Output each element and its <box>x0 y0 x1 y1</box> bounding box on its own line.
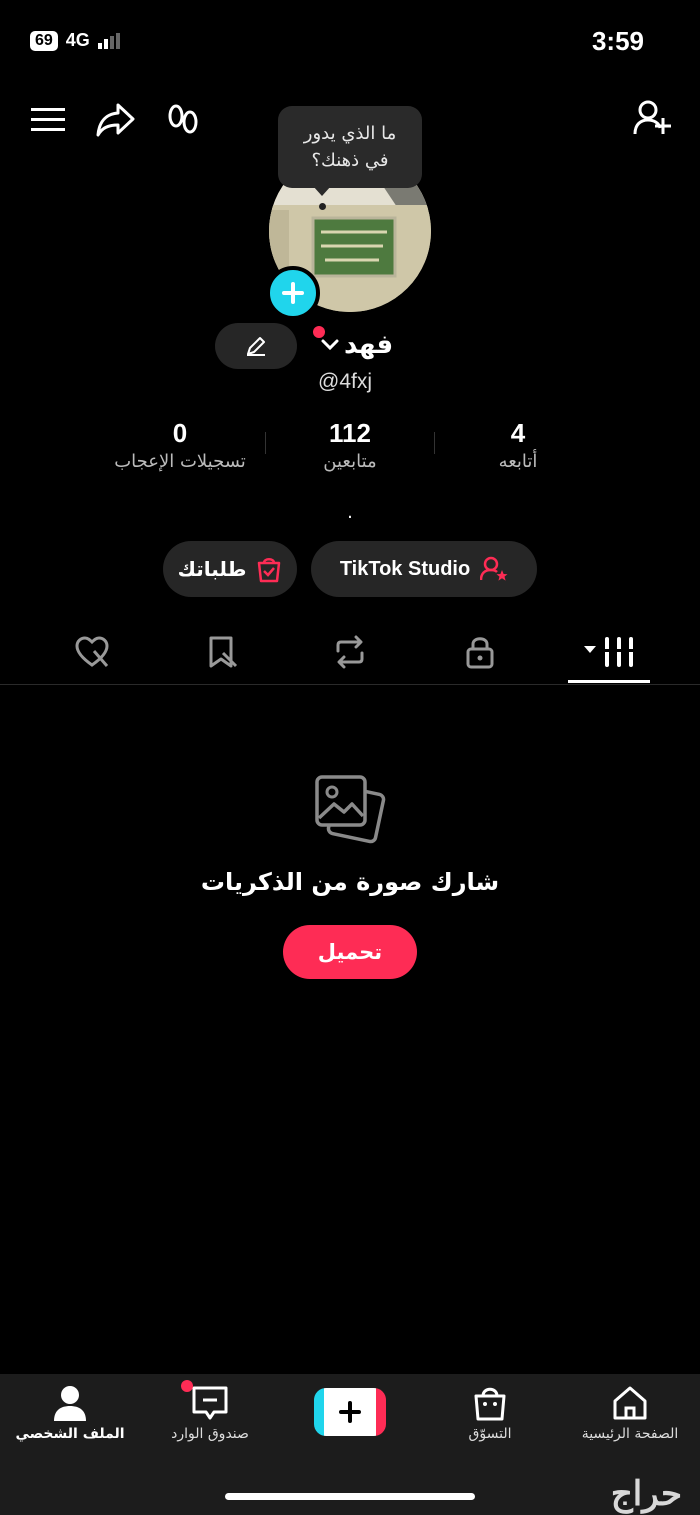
stat-following-label: أتابعه <box>498 451 538 472</box>
username: @4fxj <box>318 370 372 393</box>
studio-label: TikTok Studio <box>339 557 471 580</box>
bookmark-hidden-icon <box>209 636 238 668</box>
nav-inbox[interactable]: صندوق الوارد <box>140 1384 280 1442</box>
tab-liked[interactable] <box>62 630 122 674</box>
home-indicator <box>225 1493 475 1500</box>
nav-home-label: الصفحة الرئيسية <box>581 1426 679 1442</box>
tab-private[interactable] <box>450 630 510 674</box>
battery-indicator: 69 <box>30 30 58 51</box>
network-type: 4G <box>65 30 90 50</box>
upload-button[interactable]: تحميل <box>283 925 417 979</box>
note-line-2: في ذهنك؟ <box>311 150 389 171</box>
active-tab-indicator <box>568 680 650 683</box>
repost-icon <box>336 635 364 669</box>
stat-followers[interactable]: 112 متابعين <box>290 418 410 472</box>
account-switcher[interactable]: فهد <box>320 330 393 360</box>
bio: . <box>347 502 353 523</box>
note-line-1: ما الذي يدور <box>303 123 397 144</box>
nav-shop[interactable]: التسوّق <box>420 1384 560 1442</box>
stat-followers-value: 112 <box>329 418 371 448</box>
lock-icon <box>466 637 494 669</box>
tiktok-studio-button[interactable]: TikTok Studio <box>311 541 537 597</box>
stat-divider <box>434 432 435 454</box>
share-arrow-icon[interactable] <box>92 98 138 142</box>
status-time: 3:59 <box>591 26 644 56</box>
status-left: 69 4G <box>30 30 120 51</box>
stat-likes-value: 0 <box>172 418 188 448</box>
note-dot <box>319 203 326 210</box>
stat-likes-label: تسجيلات الإعجاب <box>114 451 246 472</box>
footprints-icon[interactable] <box>160 98 206 142</box>
shopping-bag-icon <box>474 1387 506 1421</box>
nav-shop-label: التسوّق <box>468 1426 512 1442</box>
note-bubble-tail <box>313 186 331 196</box>
empty-state-title: شارك صورة من الذكريات <box>200 868 500 896</box>
tab-favorites[interactable] <box>192 630 252 674</box>
orders-button[interactable]: طلباتك <box>163 541 297 597</box>
signal-icon <box>97 32 120 49</box>
tabs-divider <box>0 684 700 685</box>
heart-hidden-icon <box>75 636 109 667</box>
nav-profile-label: الملف الشخصي <box>15 1426 125 1442</box>
tab-reposts[interactable] <box>320 630 380 674</box>
chevron-down-icon <box>321 339 339 351</box>
nav-home[interactable]: الصفحة الرئيسية <box>560 1384 700 1442</box>
stat-following-value: 4 <box>510 418 526 448</box>
shopping-bag-icon <box>258 558 281 583</box>
note-bubble[interactable]: ما الذي يدور في ذهنك؟ <box>278 106 422 188</box>
inbox-notification-dot <box>181 1380 193 1392</box>
user-star-icon <box>480 556 508 581</box>
stat-following[interactable]: 4 أتابعه <box>470 418 566 472</box>
stat-followers-label: متابعين <box>323 451 377 472</box>
watermark-logo: حراج <box>610 1474 682 1514</box>
create-button[interactable] <box>314 1388 386 1436</box>
home-icon <box>613 1386 647 1420</box>
videos-grid-icon <box>584 637 635 667</box>
pencil-icon <box>247 337 265 356</box>
create-button-inner <box>324 1390 376 1434</box>
display-name: فهد <box>344 330 394 360</box>
photos-icon <box>312 772 388 844</box>
stat-likes[interactable]: 0 تسجيلات الإعجاب <box>90 418 270 472</box>
edit-profile-button[interactable] <box>215 323 297 369</box>
add-story-button[interactable] <box>266 266 320 320</box>
tab-videos[interactable] <box>578 630 638 674</box>
inbox-icon <box>192 1386 228 1420</box>
profile-icon <box>54 1386 86 1421</box>
nav-inbox-label: صندوق الوارد <box>171 1426 249 1442</box>
orders-label: طلباتك <box>177 557 247 581</box>
add-user-icon[interactable] <box>628 96 676 140</box>
hamburger-icon[interactable] <box>28 100 68 140</box>
nav-profile[interactable]: الملف الشخصي <box>0 1384 140 1442</box>
plus-icon <box>339 1401 361 1423</box>
profile-tabs <box>0 620 700 684</box>
